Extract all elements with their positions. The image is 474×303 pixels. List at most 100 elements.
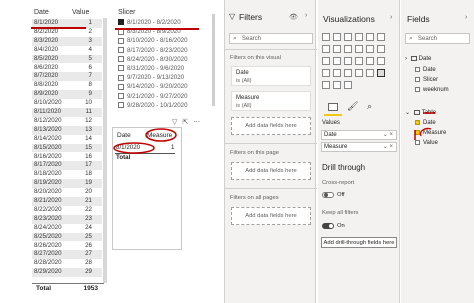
table-row: 8/17/2020 17: [32, 161, 102, 171]
visual-type-icon[interactable]: [355, 57, 363, 65]
slicer-item[interactable]: 9/21/2020 - 9/27/2020: [118, 92, 188, 101]
filter-card-date[interactable]: Date is (All): [231, 66, 311, 86]
cell-value: 16: [85, 152, 92, 160]
visual-type-icon[interactable]: [333, 33, 341, 41]
checkbox-icon[interactable]: [415, 77, 420, 82]
visual-type-icon[interactable]: [344, 45, 352, 53]
focus-mode-icon[interactable]: ⇱: [182, 119, 188, 126]
cross-report-toggle[interactable]: [322, 192, 334, 198]
field-item[interactable]: Date: [415, 67, 436, 73]
visual-type-icon[interactable]: [377, 33, 385, 41]
filter-card-measure[interactable]: Measure is (All): [231, 91, 311, 111]
cell-date: 8/29/2020: [34, 268, 62, 276]
visual-type-icon[interactable]: [333, 81, 341, 89]
field-label: weeknum: [423, 87, 449, 94]
checkbox-icon[interactable]: [118, 83, 124, 90]
data-table: Date Value 8/1/2020 1 8/2/2020 2 8/3/2020 3 8/…: [0, 0, 107, 303]
collapse-icon[interactable]: ›: [465, 14, 467, 21]
slicer-item[interactable]: 8/1/2020 - 8/2/2020: [118, 18, 181, 27]
visual-type-icon[interactable]: [322, 69, 330, 77]
add-drill-through-fields[interactable]: Add drill-through fields here: [321, 237, 397, 248]
visual-type-icon[interactable]: [366, 57, 374, 65]
filters-title: Filters: [239, 12, 263, 22]
visual-type-icon[interactable]: [366, 69, 374, 77]
slicer-item[interactable]: 9/7/2020 - 9/13/2020: [118, 73, 184, 82]
checkbox-icon[interactable]: [118, 37, 124, 44]
checkbox-icon[interactable]: [118, 56, 124, 63]
visual-type-icon[interactable]: [344, 81, 352, 89]
column-header-value[interactable]: Value: [72, 9, 89, 16]
checkbox-icon[interactable]: [118, 65, 124, 72]
remove-field-icon[interactable]: ⌄ ×: [383, 131, 393, 140]
visual-type-icon[interactable]: [355, 69, 363, 77]
checkbox-icon[interactable]: [118, 92, 124, 99]
keep-filters-toggle[interactable]: [322, 223, 334, 229]
visual-type-icon[interactable]: [355, 45, 363, 53]
collapse-icon[interactable]: ›: [390, 14, 392, 21]
slicer-item[interactable]: 9/14/2020 - 9/20/2020: [118, 82, 188, 91]
slicer-item[interactable]: 8/31/2020 - 9/6/2020: [118, 64, 184, 73]
field-item[interactable]: weeknum: [415, 87, 449, 93]
visual-type-icon[interactable]: [322, 45, 330, 53]
cell-date: 8/20/2020: [34, 188, 62, 196]
visual-type-icon[interactable]: [322, 33, 330, 41]
visual-type-icon[interactable]: [322, 57, 330, 65]
checkbox-icon[interactable]: [415, 87, 420, 92]
visual-type-icon[interactable]: [377, 57, 385, 65]
visual-type-icon[interactable]: [333, 69, 341, 77]
filters-on-all-pages-label: Filters on all pages: [230, 195, 279, 201]
value-field-date[interactable]: Date ⌄ ×: [321, 130, 397, 140]
filter-card-title: Date: [236, 70, 249, 76]
slicer-scrollbar[interactable]: [212, 14, 215, 106]
format-paint-roller-icon[interactable]: 🖌: [347, 101, 358, 112]
visual-type-icon[interactable]: [344, 33, 352, 41]
visual-type-icon[interactable]: [366, 33, 374, 41]
fields-well-icon[interactable]: [328, 103, 338, 111]
cell-value: 1: [88, 19, 92, 26]
cell-date: 8/15/2020: [34, 143, 62, 151]
visual-type-icon[interactable]: [377, 69, 385, 77]
filters-search-input[interactable]: ⌕ Search: [229, 33, 313, 44]
visual-type-icon[interactable]: [322, 81, 330, 89]
slicer-item[interactable]: 8/10/2020 - 8/16/2020: [118, 36, 188, 45]
value-field-measure[interactable]: Measure ⌄ ×: [321, 142, 397, 152]
fields-search-input[interactable]: ⌕ Search: [405, 33, 470, 44]
table-scrollbar[interactable]: [103, 18, 107, 283]
more-options-icon[interactable]: ⋯: [193, 119, 200, 126]
slicer-item-label: 8/31/2020 - 9/6/2020: [127, 65, 185, 72]
table-row: 8/12/2020 12: [32, 117, 102, 126]
checkbox-icon[interactable]: [118, 102, 124, 109]
cell-value: 7: [88, 72, 92, 80]
add-fields-visual-dropzone[interactable]: Add data fields here: [231, 117, 311, 135]
visual-type-icon[interactable]: [355, 33, 363, 41]
visual-type-icon[interactable]: [377, 45, 385, 53]
visual-type-icon[interactable]: [344, 69, 352, 77]
visual-type-icon[interactable]: [333, 57, 341, 65]
checkbox-icon[interactable]: [118, 74, 124, 81]
eye-icon[interactable]: 👁: [289, 13, 298, 21]
filter-icon[interactable]: ▽: [172, 119, 177, 126]
slicer-item[interactable]: 8/17/2020 - 8/23/2020: [118, 46, 188, 55]
visual-type-icon[interactable]: [366, 45, 374, 53]
cell-date: 8/17/2020: [34, 161, 62, 169]
cell-date: 8/2/2020: [34, 27, 59, 35]
checkbox-icon[interactable]: [118, 46, 124, 53]
visual-type-icon[interactable]: [344, 57, 352, 65]
cell-date: 8/5/2020: [34, 54, 59, 62]
field-item[interactable]: Slicer: [415, 77, 438, 83]
field-table-date[interactable]: › Date: [405, 56, 431, 62]
slicer-item[interactable]: 8/24/2020 - 8/30/2020: [118, 55, 188, 64]
column-header-date[interactable]: Date: [34, 9, 49, 16]
chevron-icon[interactable]: ›: [405, 56, 407, 62]
remove-field-icon[interactable]: ⌄ ×: [383, 143, 393, 152]
add-fields-all-pages-dropzone[interactable]: Add data fields here: [231, 207, 311, 225]
checkbox-icon[interactable]: [415, 67, 420, 72]
checkbox-icon[interactable]: [118, 19, 124, 26]
filter-card-condition: is (All): [236, 103, 252, 109]
analytics-icon[interactable]: ⌕: [367, 101, 372, 112]
table-visual[interactable]: Date Measure 8/1/2020 1 Total: [112, 127, 182, 250]
slicer-item[interactable]: 9/28/2020 - 10/1/2020: [118, 101, 188, 110]
visual-type-icon[interactable]: [333, 45, 341, 53]
collapse-icon[interactable]: ›: [305, 12, 307, 19]
add-fields-page-dropzone[interactable]: Add data fields here: [231, 162, 311, 180]
